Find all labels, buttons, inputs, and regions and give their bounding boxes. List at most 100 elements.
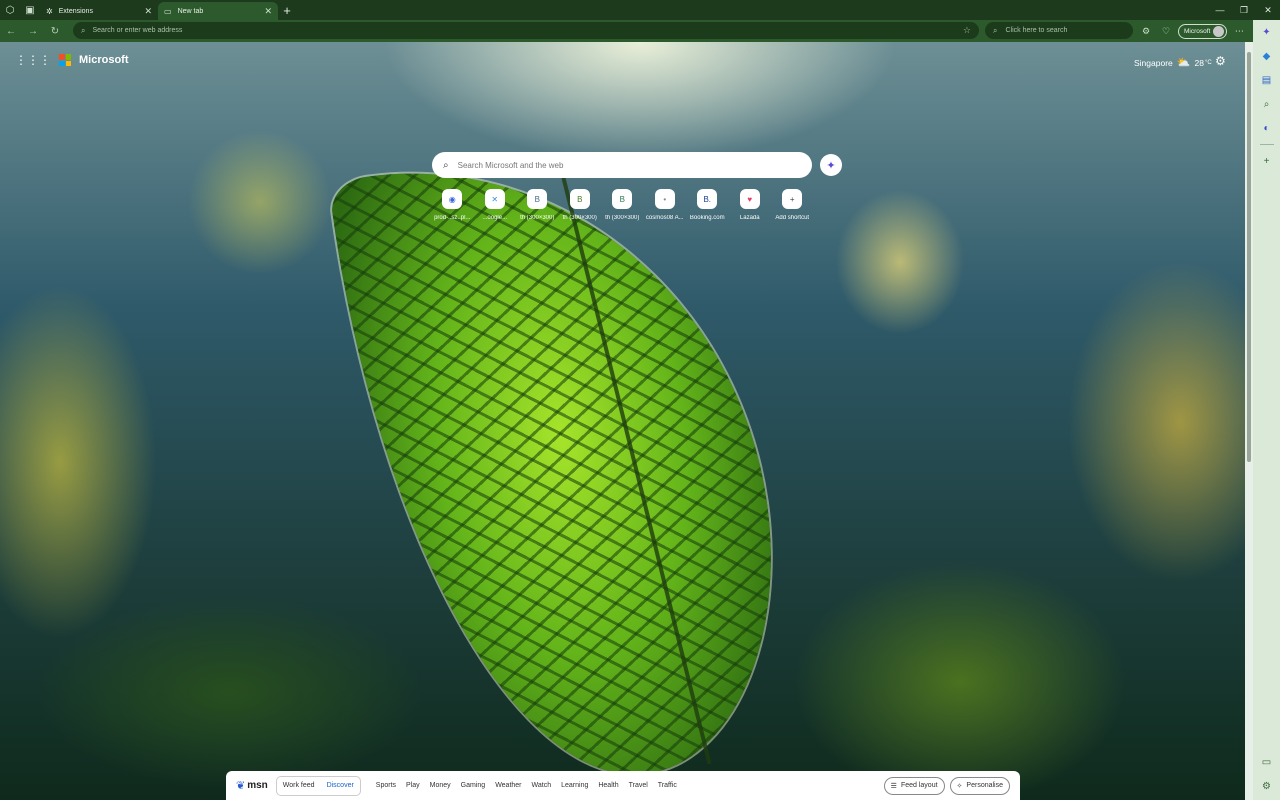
- more-options-icon[interactable]: ⋯: [1231, 26, 1247, 37]
- shortcut-tile[interactable]: ◉ prod-..sz..pl...: [431, 189, 474, 221]
- weather-unit: °C: [1204, 59, 1212, 66]
- shortcut-icon: B: [612, 189, 633, 209]
- back-icon[interactable]: ←: [0, 20, 22, 42]
- category-gaming[interactable]: Gaming: [456, 782, 491, 789]
- shortcut-label: Booking.com: [689, 215, 725, 221]
- refresh-icon[interactable]: ↻: [44, 20, 66, 42]
- app-launcher-icon[interactable]: ⋮⋮⋮: [15, 53, 51, 67]
- new-tab-button[interactable]: +: [278, 1, 296, 19]
- shortcut-icon: ◉: [442, 189, 463, 209]
- shortcut-icon: B.: [697, 189, 718, 209]
- shortcut-glyph: B: [534, 194, 540, 204]
- shortcut-label: Lazada: [739, 215, 760, 221]
- divider: [1259, 144, 1274, 145]
- close-window-icon[interactable]: ✕: [1256, 0, 1280, 20]
- category-money[interactable]: Money: [425, 782, 456, 789]
- search-icon: ⌕: [81, 25, 86, 35]
- shortcut-glyph: +: [789, 194, 795, 204]
- close-icon[interactable]: ✕: [144, 6, 152, 17]
- shortcut-label: cosmos08 A...: [645, 215, 684, 221]
- tab-new-tab[interactable]: ▭ New tab ✕: [158, 2, 278, 20]
- add-icon[interactable]: +: [1259, 153, 1275, 169]
- shopping-icon[interactable]: ◆: [1259, 48, 1275, 64]
- shortcut-label: prod-..sz..pl...: [434, 215, 471, 221]
- shortcut-glyph: ◉: [448, 194, 456, 204]
- msn-logo[interactable]: ❦ msn: [236, 779, 268, 792]
- scrollbar-thumb[interactable]: [1247, 52, 1251, 462]
- new-tab-page: ⋮⋮⋮ Microsoft Singapore ⛅ 28 °C ⚙ ⌕ Searc…: [0, 42, 1245, 800]
- butterfly-icon: ❦: [236, 780, 246, 792]
- page-icon: ▭: [164, 6, 172, 16]
- tab-label: New tab: [177, 7, 204, 15]
- avatar: [1213, 25, 1225, 37]
- shortcut-tile[interactable]: Bth (300×300): [559, 189, 602, 221]
- weather-widget[interactable]: Singapore ⛅ 28 °C: [1134, 56, 1212, 69]
- category-health[interactable]: Health: [593, 782, 623, 789]
- sliders-icon: ☰: [890, 782, 897, 790]
- personalise-button[interactable]: ✧ Personalise: [949, 776, 1010, 795]
- minimize-icon[interactable]: —: [1208, 0, 1232, 20]
- category-traffic[interactable]: Traffic: [653, 782, 682, 789]
- tab-label: Extensions: [58, 7, 93, 15]
- sidebar-settings-icon[interactable]: ⚙: [1259, 778, 1275, 794]
- shortcut-icon: ♥: [739, 189, 760, 209]
- shortcut-label: th (300×300): [520, 215, 555, 221]
- extensions-icon[interactable]: ⚙: [1138, 26, 1154, 37]
- main-search-box[interactable]: ⌕ Search Microsoft and the web: [432, 152, 812, 178]
- shortcut-tile[interactable]: + Add shortcut: [771, 189, 814, 221]
- category-play[interactable]: Play: [401, 782, 425, 789]
- copilot-icon[interactable]: ✦: [1259, 24, 1275, 40]
- address-bar[interactable]: ⌕ Search or enter web address ☆: [73, 22, 979, 39]
- tab-extensions[interactable]: ✲ Extensions ✕: [40, 2, 158, 20]
- shortcut-glyph: B.: [703, 194, 712, 204]
- favorite-star-icon[interactable]: ☆: [963, 25, 971, 36]
- brand-area: ⋮⋮⋮ Microsoft: [15, 53, 129, 67]
- msn-feed-bar: ❦ msn Work feed Discover Sports Play Money…: [226, 771, 1020, 800]
- toolbar: ← → ↻ ⌕ Search or enter web address ☆ ⌕ …: [0, 20, 1280, 42]
- shortcut-glyph: •: [663, 194, 667, 204]
- shortcuts-row: ◉ prod-..sz..pl... ✕ ...oogle... Bth (300×30…: [431, 189, 814, 221]
- workspaces-icon[interactable]: ⬡: [0, 0, 20, 20]
- shortcut-tile[interactable]: Bth (300×300): [516, 189, 559, 221]
- page-settings-icon[interactable]: ⚙: [1215, 54, 1226, 68]
- close-icon[interactable]: ✕: [264, 6, 272, 17]
- forward-icon[interactable]: →: [22, 20, 44, 42]
- restore-icon[interactable]: ❐: [1232, 0, 1256, 20]
- shortcut-tile[interactable]: ♥ Lazada: [729, 189, 772, 221]
- category-sports[interactable]: Sports: [371, 782, 401, 789]
- tab-actions-icon[interactable]: ▣: [20, 0, 40, 20]
- shortcut-glyph: B: [619, 194, 625, 204]
- shortcut-tile[interactable]: ✕ ...oogle...: [474, 189, 517, 221]
- category-weather[interactable]: Weather: [490, 782, 526, 789]
- sparkle-icon: ✧: [956, 782, 963, 790]
- shortcut-icon: +: [782, 189, 803, 209]
- feed-layout-button[interactable]: ☰ Feed layout: [883, 776, 945, 795]
- partly-cloudy-icon: ⛅: [1176, 57, 1191, 69]
- shortcut-tile[interactable]: B. Booking.com: [686, 189, 729, 221]
- tab-work-feed[interactable]: Work feed: [277, 777, 321, 795]
- puzzle-icon: ✲: [46, 6, 53, 16]
- copilot-icon[interactable]: ✦: [820, 154, 842, 176]
- category-learning[interactable]: Learning: [556, 782, 593, 789]
- profile-button[interactable]: Microsoft: [1178, 23, 1228, 39]
- page-scrollbar[interactable]: [1245, 42, 1253, 800]
- shortcut-glyph: ✕: [491, 194, 499, 204]
- hide-sidebar-icon[interactable]: ▭: [1259, 754, 1275, 770]
- weather-location: Singapore: [1134, 57, 1173, 68]
- browser-essentials-icon[interactable]: ♡: [1158, 26, 1174, 37]
- toolbar-search-placeholder: Click here to search: [1005, 27, 1068, 34]
- microsoft-logo-icon: [59, 54, 71, 66]
- brand-name: Microsoft: [79, 54, 129, 66]
- translate-icon[interactable]: ▤: [1259, 72, 1275, 88]
- tab-discover[interactable]: Discover: [321, 777, 360, 795]
- shortcut-label: ...oogle...: [482, 215, 508, 221]
- edge-sidebar: ✦ ◆ ▤ ⌕ ◐ + ▭ ⚙: [1253, 20, 1280, 800]
- toolbar-search-box[interactable]: ⌕ Click here to search: [985, 22, 1133, 39]
- search-icon[interactable]: ⌕: [1259, 96, 1275, 112]
- category-watch[interactable]: Watch: [527, 782, 557, 789]
- shortcut-tile[interactable]: • cosmos08 A...: [644, 189, 687, 221]
- shortcut-label: th (300×300): [605, 215, 640, 221]
- office-icon[interactable]: ◐: [1259, 120, 1275, 136]
- category-travel[interactable]: Travel: [624, 782, 653, 789]
- shortcut-tile[interactable]: Bth (300×300): [601, 189, 644, 221]
